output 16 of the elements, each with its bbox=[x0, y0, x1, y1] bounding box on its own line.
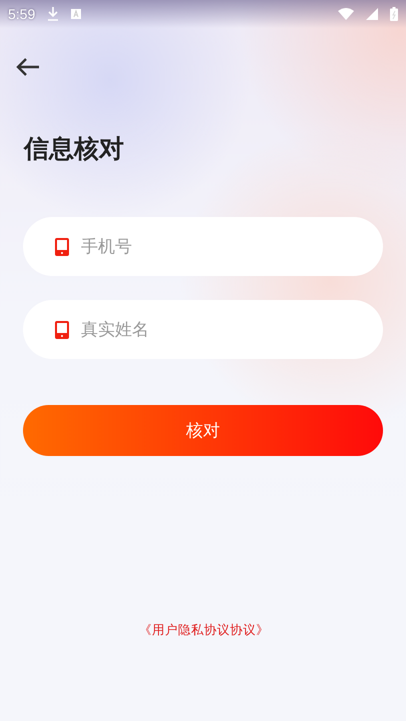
back-arrow-icon[interactable] bbox=[16, 58, 40, 76]
page-title: 信息核对 bbox=[24, 134, 125, 164]
status-time: 5:59 bbox=[8, 6, 36, 22]
verify-button[interactable]: 核对 bbox=[23, 405, 383, 456]
battery-icon bbox=[390, 7, 398, 21]
wifi-icon bbox=[338, 8, 354, 20]
privacy-agreement-link[interactable]: 《用户隐私协议协议》 bbox=[139, 622, 406, 639]
signal-icon bbox=[366, 8, 378, 20]
text-field[interactable]: 手机号 bbox=[23, 217, 383, 276]
text-field[interactable]: 真实姓名 bbox=[23, 300, 383, 359]
phone-icon bbox=[55, 238, 69, 256]
keyboard-icon bbox=[71, 9, 82, 19]
phone-icon bbox=[55, 320, 69, 338]
input-field[interactable]: 真实姓名 bbox=[79, 318, 363, 340]
input-field[interactable]: 手机号 bbox=[79, 236, 363, 258]
download-icon bbox=[47, 7, 60, 21]
